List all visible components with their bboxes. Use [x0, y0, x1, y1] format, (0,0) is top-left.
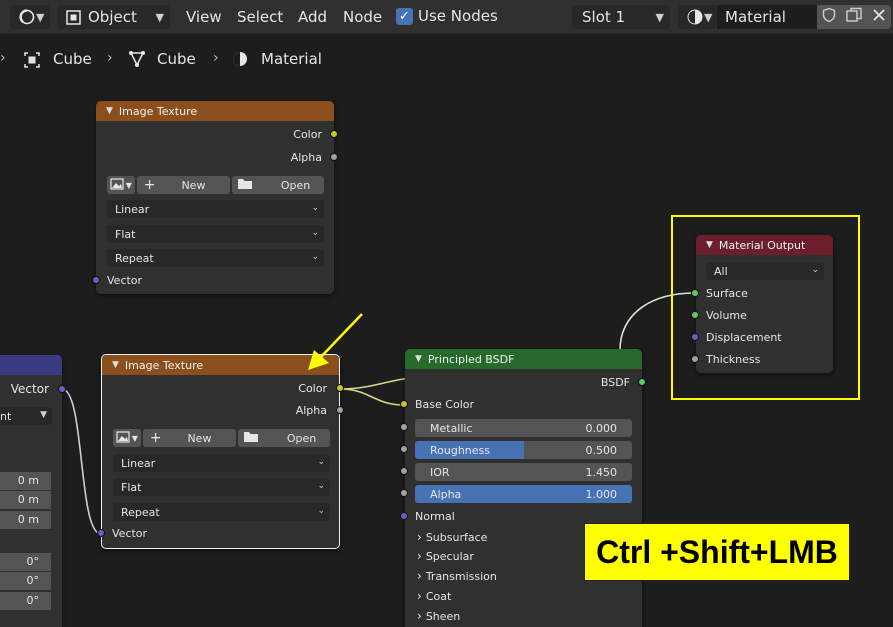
shortcut-text: Ctrl +Shift+LMB: [596, 533, 838, 570]
shortcut-callout: Ctrl +Shift+LMB: [584, 523, 850, 581]
